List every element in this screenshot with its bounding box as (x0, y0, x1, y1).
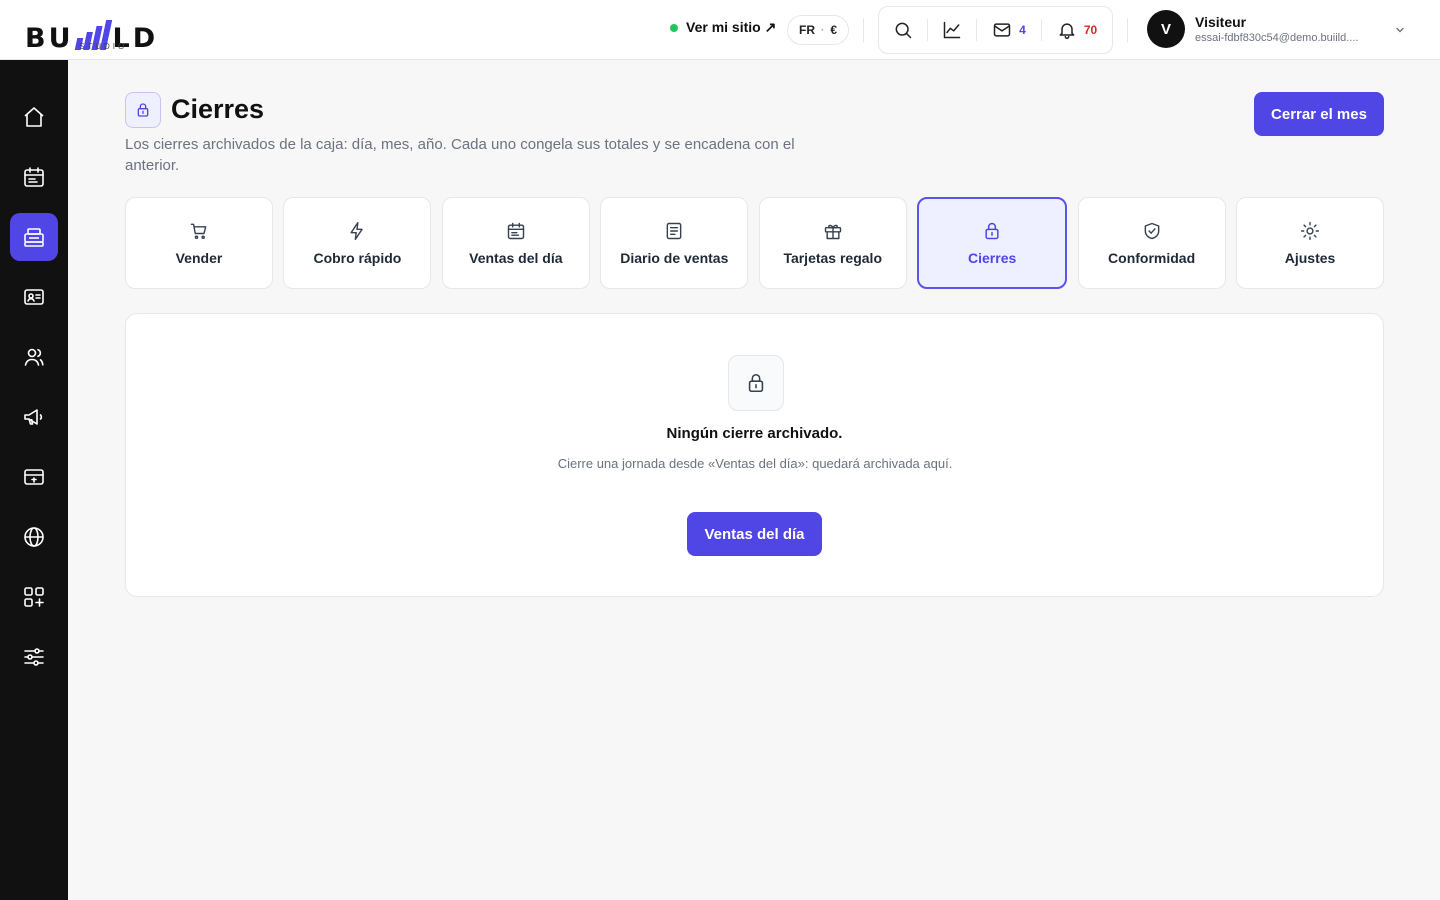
calendar-icon (507, 222, 525, 239)
tab-diario-de-ventas[interactable]: Diario de ventas (600, 197, 749, 289)
page-title: Cierres (171, 94, 265, 124)
logo[interactable]: BU LD STUDIO (25, 8, 185, 54)
gift-icon (824, 224, 841, 239)
logo-subtitle: STUDIO (79, 42, 128, 51)
sidebar-item-calendar[interactable] (10, 153, 58, 201)
currency-symbol: € (830, 23, 838, 37)
page-description: Los cierres archivados de la caja: día, … (125, 136, 795, 174)
sidebar (0, 60, 68, 900)
notifications-count-badge: 70 (1083, 23, 1098, 37)
tab-cierres[interactable]: Cierres (917, 197, 1068, 289)
cart-icon (190, 223, 207, 239)
online-status-dot (670, 23, 678, 32)
divider (863, 18, 864, 42)
tab-label: Conformidad (1108, 249, 1196, 266)
tab-cobro-rapido[interactable]: Cobro rápido (283, 197, 432, 289)
divider (1127, 18, 1128, 42)
calendar-icon (24, 167, 44, 187)
close-month-button[interactable]: Cerrar el mes (1254, 92, 1384, 136)
mail-icon (993, 23, 1011, 37)
search-button[interactable] (879, 6, 927, 54)
bell-icon (1059, 23, 1075, 40)
empty-state-text: Cierre una jornada desde «Ventas del día… (557, 456, 953, 471)
user-name: Visiteur (1195, 14, 1247, 30)
shield-check-icon (1144, 222, 1159, 239)
tab-label: Tarjetas regalo (783, 249, 882, 266)
users-icon (24, 348, 44, 366)
user-info: Visiteur essai-fdbf830c54@demo.buiild...… (1195, 14, 1358, 44)
apps-add-icon (24, 587, 44, 607)
page-title-icon-box (125, 92, 161, 128)
tab-conformidad[interactable]: Conformidad (1077, 197, 1226, 289)
tab-label: Cobro rápido (313, 249, 402, 266)
tab-label: Diario de ventas (620, 249, 729, 266)
sun-icon (1300, 221, 1320, 240)
user-menu[interactable]: V Visiteur essai-fdbf830c54@demo.buiild.… (1147, 10, 1358, 48)
lock-icon (985, 222, 999, 239)
tab-label: Cierres (968, 249, 1017, 266)
pos-tabs: Vender Cobro rápido Ventas del día Diari… (125, 197, 1384, 289)
empty-state-icon-box (728, 355, 784, 411)
tab-tarjetas-regalo[interactable]: Tarjetas regalo (758, 197, 907, 289)
tab-ventas-del-dia[interactable]: Ventas del día (441, 197, 590, 289)
home-icon (24, 107, 44, 127)
sidebar-item-customers[interactable] (10, 333, 58, 381)
user-email: essai-fdbf830c54@demo.buiild.... (1195, 32, 1359, 44)
separator-dot: · (821, 24, 825, 36)
bolt-icon (350, 221, 364, 240)
notifications-button[interactable]: 70 (1042, 6, 1112, 54)
empty-state-card: Ningún cierre archivado. Cierre una jorn… (125, 313, 1384, 597)
chart-line-icon (943, 21, 961, 39)
messages-button[interactable]: 4 (977, 6, 1041, 54)
tab-ajustes[interactable]: Ajustes (1236, 197, 1384, 289)
sidebar-item-settings[interactable] (10, 633, 58, 681)
sidebar-item-apps[interactable] (10, 573, 58, 621)
cash-register-icon (24, 228, 44, 247)
sidebar-item-website[interactable] (10, 513, 58, 561)
view-site-label: Ver mi sitio ↗ (686, 19, 777, 35)
tab-vender[interactable]: Vender (125, 197, 273, 289)
go-to-daily-sales-button[interactable]: Ventas del día (687, 512, 822, 556)
header-toolbox: 4 70 (878, 6, 1113, 54)
megaphone-icon (24, 409, 43, 425)
chevron-down-icon[interactable] (1394, 24, 1406, 36)
tab-label: Ajustes (1284, 249, 1336, 266)
sidebar-item-contacts[interactable] (10, 273, 58, 321)
logo-text-left: BU (25, 23, 74, 54)
empty-state-title: Ningún cierre archivado. (666, 425, 843, 442)
contact-card-icon (24, 289, 44, 305)
sidebar-item-payments[interactable] (10, 453, 58, 501)
sliders-icon (24, 648, 44, 666)
tab-label: Ventas del día (469, 249, 563, 266)
sidebar-item-cash-register[interactable] (10, 213, 58, 261)
payment-card-icon (24, 469, 44, 485)
document-icon (666, 222, 682, 239)
search-icon (895, 22, 912, 39)
globe-icon (24, 527, 44, 547)
top-header: BU LD STUDIO Ver mi sitio ↗ FR · € 4 70 … (0, 0, 1440, 60)
sidebar-item-home[interactable] (10, 93, 58, 141)
language-code: FR (799, 23, 815, 37)
tab-label: Vender (175, 249, 223, 266)
lock-icon (137, 103, 149, 117)
language-currency-selector[interactable]: FR · € (787, 15, 850, 45)
view-site-link[interactable]: Ver mi sitio ↗ (670, 19, 776, 36)
analytics-button[interactable] (928, 6, 976, 54)
lock-icon (748, 373, 764, 393)
sidebar-item-marketing[interactable] (10, 393, 58, 441)
messages-count-badge: 4 (1019, 23, 1026, 37)
avatar: V (1147, 10, 1185, 48)
